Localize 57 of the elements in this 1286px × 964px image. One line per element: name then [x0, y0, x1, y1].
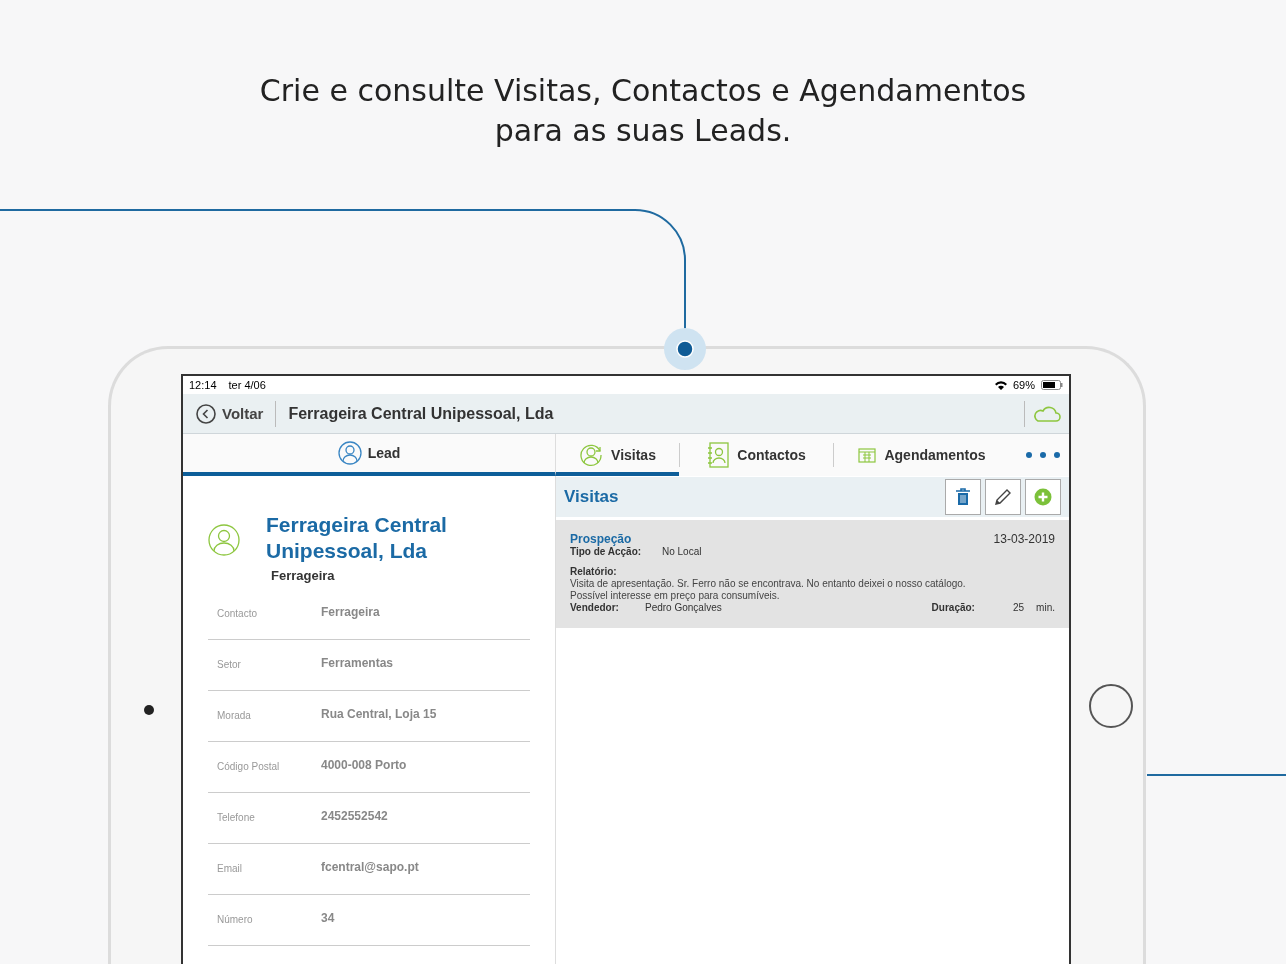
- field-label: Número: [217, 914, 254, 925]
- field-value: 4000-008 Porto: [321, 758, 407, 772]
- field-value: Rua Central, Loja 15: [321, 707, 437, 721]
- camera-icon: [143, 704, 155, 716]
- person-icon: [579, 442, 604, 467]
- action-value: No Local: [662, 546, 702, 558]
- visit-card[interactable]: [556, 520, 1069, 628]
- seller-label: Vendedor:: [570, 602, 620, 614]
- visit-type: Prospeção: [570, 532, 632, 546]
- duration-unit: min.: [1036, 602, 1055, 614]
- field-label: Email: [217, 863, 243, 874]
- report-label: Relatório:: [570, 566, 617, 578]
- action-label: Tipo de Acção:: [570, 546, 643, 558]
- lead-name: Ferrageira Central Unipessoal, Lda: [266, 512, 448, 564]
- nav-title: Ferrageira Central Unipessoal, Lda: [288, 404, 554, 423]
- section-title: Visitas: [564, 487, 619, 507]
- field-label: Morada: [217, 710, 252, 721]
- field-label: Telefone: [217, 812, 256, 823]
- status-time: 12:14: [189, 379, 217, 391]
- visit-date: 13-03-2019: [993, 532, 1055, 546]
- report-text: Possível interesse em preço para consumíveis.: [570, 590, 781, 602]
- more-icon[interactable]: [1025, 451, 1061, 459]
- address-book-icon: [707, 441, 730, 468]
- edit-button[interactable]: [985, 479, 1021, 515]
- home-button[interactable]: [1088, 683, 1134, 729]
- delete-button[interactable]: [945, 479, 981, 515]
- battery-icon: [1041, 380, 1063, 390]
- field-value: 34: [321, 911, 335, 925]
- headline: Crie e consulte Visitas, Contactos e Agendamentos: [259, 72, 1027, 110]
- calendar-tab[interactable]: Agendamentos: [834, 434, 1010, 476]
- back-icon: [196, 403, 216, 424]
- wifi-icon: [994, 380, 1007, 390]
- field-label: Código Postal: [217, 761, 281, 772]
- seller-value: Pedro Gonçalves: [645, 602, 722, 614]
- lead-subtitle: Ferrageira: [271, 568, 336, 583]
- duration-value: 25: [1012, 602, 1025, 614]
- field-label: Setor: [217, 659, 242, 670]
- field-value: 2452552542: [321, 809, 388, 823]
- marker-dot: [676, 340, 694, 358]
- battery-level: 69%: [1012, 379, 1035, 391]
- field-value: Ferramentas: [321, 656, 394, 670]
- duration-label: Duração:: [931, 602, 975, 614]
- report-text: Visita de apresentação. Sr. Ferro não se encontrava. No entanto deixei o nosso catálogo.: [570, 578, 967, 590]
- calendar-icon: [858, 446, 877, 463]
- avatar-icon: [208, 524, 240, 556]
- plus-icon: [1034, 488, 1052, 506]
- back-button[interactable]: Voltar: [183, 403, 276, 424]
- field-value: Ferrageira: [321, 605, 380, 619]
- headline: para as suas Leads.: [494, 112, 792, 150]
- person-icon: [337, 441, 362, 465]
- status-date: ter 4/06: [228, 379, 266, 391]
- contacts-tab[interactable]: Contactos: [680, 434, 833, 476]
- pencil-icon: [994, 488, 1012, 506]
- lead-tab[interactable]: Lead: [183, 434, 556, 476]
- field-label: Contacto: [217, 608, 259, 619]
- field-value: fcentral@sapo.pt: [321, 860, 419, 874]
- trash-icon: [956, 488, 970, 506]
